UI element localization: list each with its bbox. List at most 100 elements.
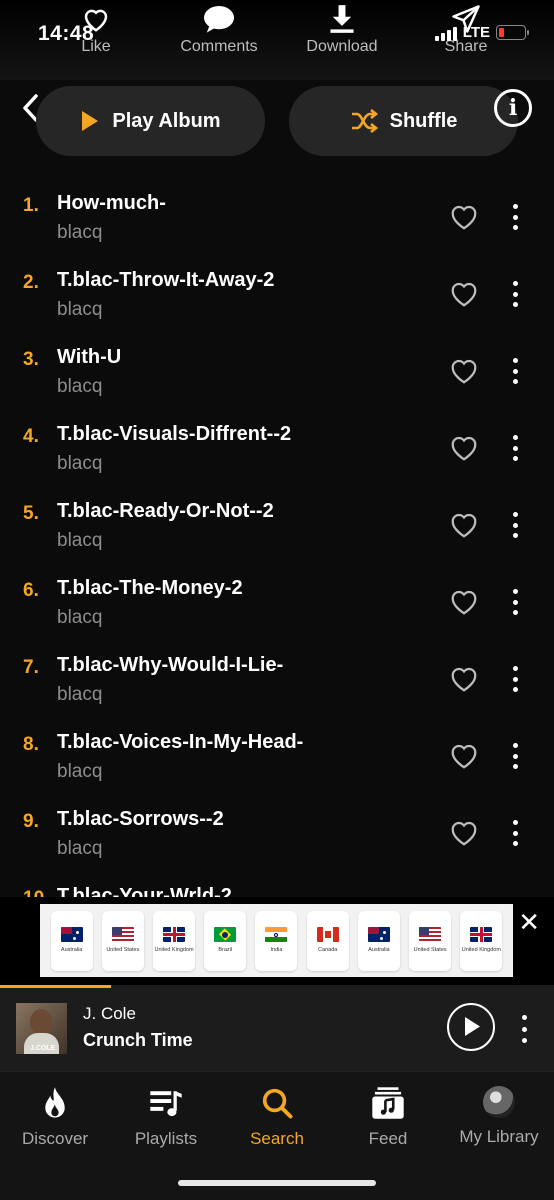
status-indicators: LTE — [434, 24, 529, 41]
track-artist: blacq — [57, 684, 103, 705]
more-options-button[interactable] — [505, 510, 525, 540]
track-row[interactable]: 7. T.blac-Why-Would-I-Lie-blacq — [0, 644, 554, 721]
info-button[interactable]: i — [494, 89, 532, 127]
track-artist: blacq — [57, 299, 103, 320]
track-number: 1. — [23, 195, 39, 216]
track-row[interactable]: 9. T.blac-Sorrows--2 blacq — [0, 798, 554, 875]
country-name: India — [270, 947, 283, 954]
more-options-button[interactable] — [505, 818, 525, 848]
more-options-button[interactable] — [505, 587, 525, 617]
flame-icon — [45, 1087, 65, 1118]
battery-icon — [496, 25, 529, 40]
ad-country-card[interactable]: United States — [101, 910, 144, 971]
shuffle-button[interactable]: Shuffle — [289, 86, 518, 156]
track-title: T.blac-Voices-In-My-Head- — [57, 731, 304, 753]
ad-country-card[interactable]: United States — [409, 910, 452, 971]
heart-icon[interactable] — [449, 357, 479, 385]
more-options-button[interactable] — [505, 202, 525, 232]
track-number: 7. — [23, 657, 39, 678]
now-playing-title: Crunch Time — [83, 1030, 193, 1050]
country-name: Australia — [60, 947, 83, 954]
track-row[interactable]: 3. With-U blacq — [0, 336, 554, 413]
track-row[interactable]: 5. T.blac-Ready-Or-Not--2 blacq — [0, 490, 554, 567]
heart-icon[interactable] — [449, 280, 479, 308]
mini-more-button[interactable] — [514, 1015, 534, 1043]
feed-icon — [372, 1087, 404, 1119]
track-artist: blacq — [57, 453, 103, 474]
heart-icon[interactable] — [449, 511, 479, 539]
nav-feed[interactable]: Feed — [333, 1086, 443, 1149]
heart-icon[interactable] — [449, 434, 479, 462]
track-list: 1. How-much-blacq 2. T.blac-Throw-It-Away-2… — [0, 182, 554, 898]
more-options-button[interactable] — [505, 279, 525, 309]
track-row[interactable]: 1. How-much-blacq — [0, 182, 554, 259]
more-options-button[interactable] — [505, 356, 525, 386]
ad-strip: Australia United States United Kingdom Braz… — [0, 897, 554, 985]
track-number: 5. — [23, 503, 39, 524]
ad-close-button[interactable]: ✕ — [518, 909, 540, 935]
track-number: 8. — [23, 734, 39, 755]
country-name: United States — [413, 947, 447, 954]
nav-label-feed: Feed — [368, 1129, 408, 1148]
ad-country-card[interactable]: United Kingdom — [460, 910, 503, 971]
nav-label-search: Search — [250, 1129, 304, 1148]
track-number: 4. — [23, 426, 39, 447]
playback-progress — [0, 985, 111, 988]
nav-search[interactable]: Search — [222, 1086, 332, 1149]
country-name: United States — [106, 947, 140, 954]
ad-banner[interactable]: Australia United States United Kingdom Braz… — [40, 904, 513, 977]
mini-play-button[interactable] — [447, 1003, 495, 1051]
nav-label-discover: Discover — [21, 1129, 89, 1148]
play-icon — [82, 111, 99, 131]
album-cover: J.COLE — [16, 1003, 67, 1054]
track-title: T.blac-Sorrows--2 — [57, 808, 224, 830]
nav-my-library[interactable]: My Library — [444, 1086, 554, 1147]
more-options-button[interactable] — [505, 664, 525, 694]
playlist-icon — [150, 1091, 182, 1117]
track-row[interactable]: 6. T.blac-The-Money-2 blacq — [0, 567, 554, 644]
track-row[interactable]: 8. T.blac-Voices-In-My-Head-blacq — [0, 721, 554, 798]
heart-icon[interactable] — [449, 819, 479, 847]
track-row[interactable]: 4. T.blac-Visuals-Diffrent--2 blacq — [0, 413, 554, 490]
ad-country-card[interactable]: Brazil — [204, 910, 247, 971]
comments-button[interactable]: Comments — [169, 4, 269, 56]
nav-label-playlists: Playlists — [134, 1129, 198, 1148]
heart-icon[interactable] — [449, 203, 479, 231]
ad-country-card[interactable]: United Kingdom — [153, 910, 196, 971]
heart-icon[interactable] — [449, 665, 479, 693]
status-time: 14:48 — [38, 22, 95, 45]
play-album-label: Play Album — [112, 109, 221, 132]
country-name: United Kingdom — [461, 947, 501, 954]
info-icon: i — [508, 95, 518, 121]
track-number: 9. — [23, 811, 39, 832]
track-title: T.blac-Visuals-Diffrent--2 — [57, 423, 292, 445]
more-options-button[interactable] — [505, 741, 525, 771]
nav-playlists[interactable]: Playlists — [111, 1086, 221, 1149]
flag-icon — [60, 927, 83, 943]
comments-label: Comments — [180, 38, 258, 55]
flag-icon — [316, 927, 339, 943]
flag-icon — [214, 927, 237, 943]
network-type: LTE — [462, 24, 490, 41]
download-icon — [330, 5, 354, 33]
country-name: Australia — [368, 947, 390, 954]
track-title: How-much- — [57, 192, 166, 214]
country-name: Canada — [318, 947, 338, 954]
mini-player[interactable]: J.COLE J. Cole Crunch Time — [0, 985, 554, 1071]
nav-label-my-library: My Library — [459, 1127, 539, 1146]
track-row[interactable]: 2. T.blac-Throw-It-Away-2 blacq — [0, 259, 554, 336]
ad-country-card[interactable]: India — [255, 910, 298, 971]
ad-country-card[interactable]: Canada — [306, 910, 349, 971]
avatar — [483, 1086, 515, 1118]
heart-icon[interactable] — [449, 588, 479, 616]
more-options-button[interactable] — [505, 433, 525, 463]
track-row[interactable]: 10.T.blac-Your-Wrld-2blacq — [0, 875, 554, 898]
nav-discover[interactable]: Discover — [0, 1086, 110, 1149]
ad-country-card[interactable]: Australia — [357, 910, 400, 971]
track-title: With-U — [57, 346, 122, 368]
download-button[interactable]: Download — [292, 4, 392, 56]
play-album-button[interactable]: Play Album — [36, 86, 265, 156]
track-number: 3. — [23, 349, 39, 370]
ad-country-card[interactable]: Australia — [50, 910, 93, 971]
heart-icon[interactable] — [449, 742, 479, 770]
